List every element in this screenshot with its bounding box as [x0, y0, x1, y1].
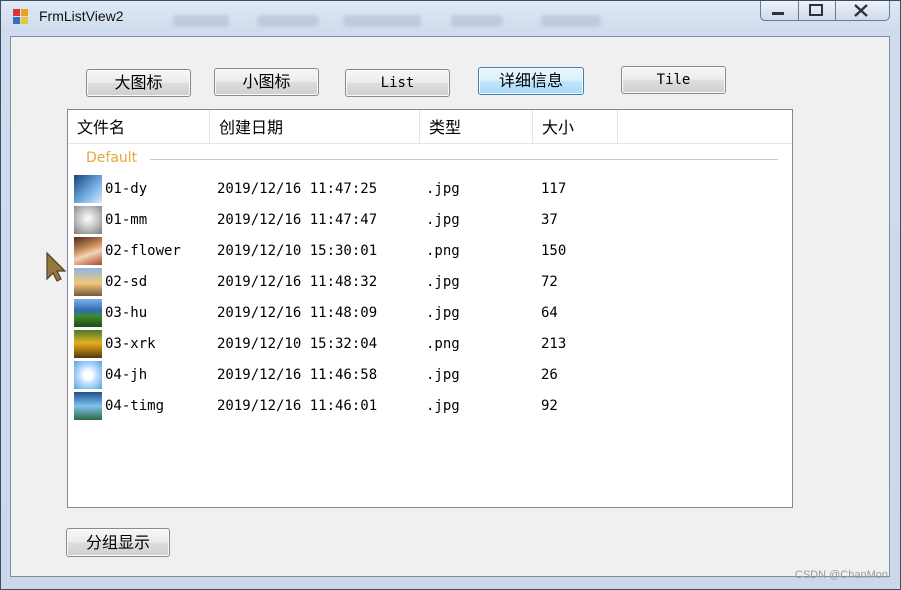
column-header-size[interactable]: 大小 [533, 110, 618, 143]
list-item[interactable]: 04-timg 2019/12/16 11:46:01 .jpg 92 [74, 391, 774, 421]
window-controls [760, 1, 890, 21]
list-item[interactable]: 01-dy 2019/12/16 11:47:25 .jpg 117 [74, 174, 774, 204]
created-date: 2019/12/10 15:30:01 [217, 243, 378, 259]
group-header[interactable]: Default [76, 150, 778, 170]
watermark: CSDN @ChanMon [794, 569, 888, 581]
file-type: .jpg [426, 367, 460, 383]
list-item[interactable]: 01-mm 2019/12/16 11:47:47 .jpg 37 [74, 205, 774, 235]
group-display-button[interactable]: 分组显示 [66, 528, 170, 557]
file-size: 64 [541, 305, 558, 321]
close-icon [854, 4, 868, 17]
file-thumbnail-icon [74, 237, 102, 265]
file-name: 01-dy [105, 181, 148, 197]
blurred-background-item [173, 15, 229, 27]
file-type: .jpg [426, 305, 460, 321]
list-item[interactable]: 02-sd 2019/12/16 11:48:32 .jpg 72 [74, 267, 774, 297]
blurred-background-item [343, 15, 421, 27]
file-listview[interactable]: 文件名 创建日期 类型 大小 Default 01-dy 2019/12/16 1… [67, 109, 793, 508]
created-date: 2019/12/16 11:47:47 [217, 212, 378, 228]
file-size: 37 [541, 212, 558, 228]
listview-header: 文件名 创建日期 类型 大小 [68, 110, 792, 144]
file-size: 213 [541, 336, 567, 352]
maximize-icon [808, 4, 823, 16]
file-thumbnail-icon [74, 206, 102, 234]
large-icon-button[interactable]: 大图标 [86, 69, 191, 97]
list-item[interactable]: 03-xrk 2019/12/10 15:32:04 .png 213 [74, 329, 774, 359]
file-thumbnail-icon [74, 299, 102, 327]
file-name: 01-mm [105, 212, 148, 228]
app-icon [13, 9, 29, 25]
list-view-button[interactable]: List [345, 69, 450, 97]
blurred-background-item [541, 15, 601, 27]
small-icon-button[interactable]: 小图标 [214, 68, 319, 96]
created-date: 2019/12/10 15:32:04 [217, 336, 378, 352]
file-thumbnail-icon [74, 175, 102, 203]
minimize-button[interactable] [761, 1, 799, 20]
file-name: 03-hu [105, 305, 148, 321]
mouse-cursor-icon [46, 251, 67, 282]
blurred-background-item [451, 15, 503, 27]
file-type: .jpg [426, 181, 460, 197]
created-date: 2019/12/16 11:48:32 [217, 274, 378, 290]
file-size: 150 [541, 243, 567, 259]
created-date: 2019/12/16 11:46:01 [217, 398, 378, 414]
file-thumbnail-icon [74, 268, 102, 296]
group-label: Default [86, 150, 144, 166]
file-thumbnail-icon [74, 330, 102, 358]
file-type: .jpg [426, 274, 460, 290]
column-header-type[interactable]: 类型 [420, 110, 533, 143]
file-type: .jpg [426, 398, 460, 414]
file-thumbnail-icon [74, 361, 102, 389]
file-thumbnail-icon [74, 392, 102, 420]
details-view-button[interactable]: 详细信息 [478, 67, 584, 95]
app-window: FrmListView2 大图标 小图标 List 详细信息 Tile 文件名 [0, 0, 901, 590]
file-name: 02-sd [105, 274, 148, 290]
created-date: 2019/12/16 11:46:58 [217, 367, 378, 383]
file-name: 04-timg [105, 398, 165, 414]
file-type: .png [426, 336, 460, 352]
form-client-area: 大图标 小图标 List 详细信息 Tile 文件名 创建日期 类型 大小 De… [10, 36, 890, 577]
list-item[interactable]: 04-jh 2019/12/16 11:46:58 .jpg 26 [74, 360, 774, 390]
title-bar[interactable]: FrmListView2 [1, 1, 900, 35]
file-name: 03-xrk [105, 336, 156, 352]
tile-view-button[interactable]: Tile [621, 66, 726, 94]
column-header-created-date[interactable]: 创建日期 [210, 110, 420, 143]
window-title: FrmListView2 [39, 8, 124, 24]
file-name: 02-flower [105, 243, 181, 259]
file-size: 92 [541, 398, 558, 414]
created-date: 2019/12/16 11:47:25 [217, 181, 378, 197]
created-date: 2019/12/16 11:48:09 [217, 305, 378, 321]
close-button[interactable] [836, 1, 889, 20]
file-name: 04-jh [105, 367, 148, 383]
maximize-button[interactable] [799, 1, 837, 20]
file-size: 72 [541, 274, 558, 290]
file-type: .png [426, 243, 460, 259]
list-item[interactable]: 03-hu 2019/12/16 11:48:09 .jpg 64 [74, 298, 774, 328]
group-divider [150, 159, 778, 160]
list-item[interactable]: 02-flower 2019/12/10 15:30:01 .png 150 [74, 236, 774, 266]
blurred-background-item [257, 15, 319, 27]
file-size: 26 [541, 367, 558, 383]
column-header-filename[interactable]: 文件名 [68, 110, 210, 143]
file-type: .jpg [426, 212, 460, 228]
file-size: 117 [541, 181, 567, 197]
minimize-icon [772, 12, 784, 15]
